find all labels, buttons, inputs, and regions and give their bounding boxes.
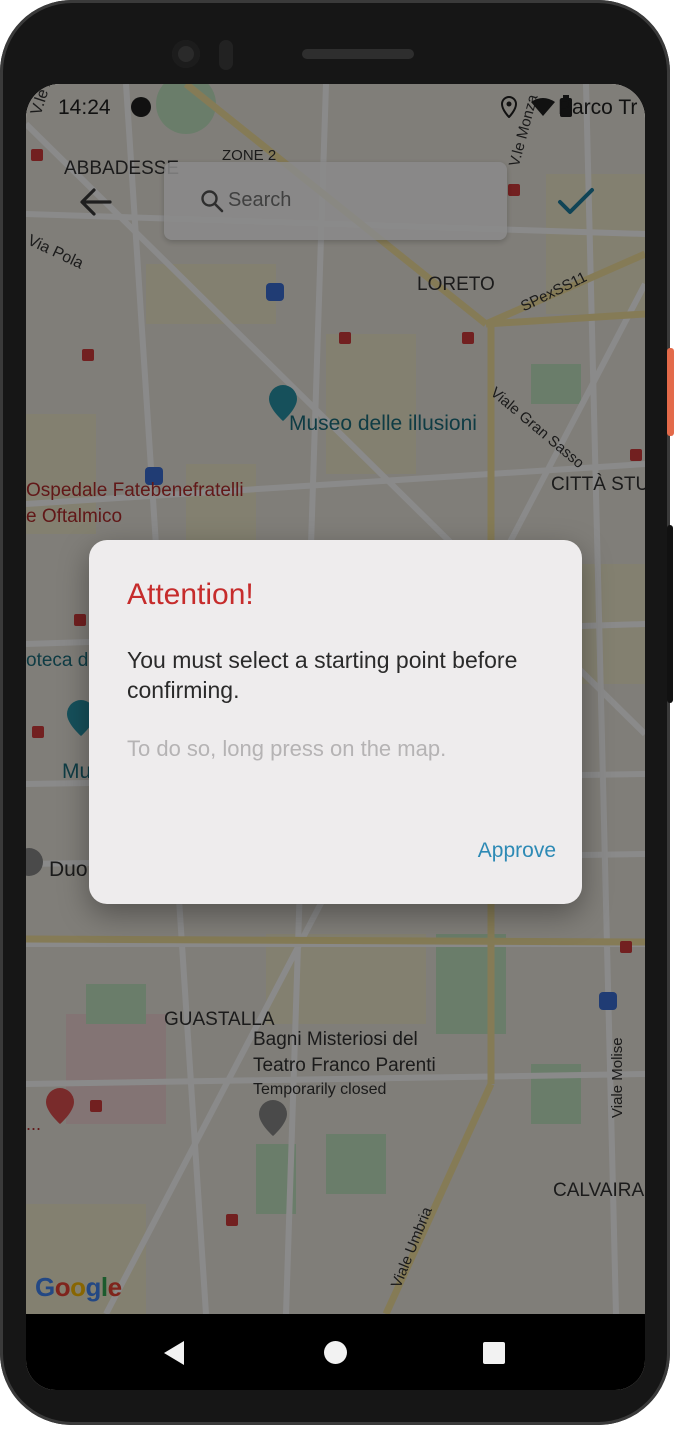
dialog-hint: To do so, long press on the map. xyxy=(127,736,447,761)
square-recents-icon[interactable] xyxy=(483,1342,505,1364)
earpiece xyxy=(302,49,414,59)
volume-button xyxy=(667,525,673,703)
alert-dialog: Attention! You must select a starting po… xyxy=(89,540,582,904)
status-bar: 14:24 Parco Tr xyxy=(26,84,645,130)
triangle-back-icon[interactable] xyxy=(162,1340,186,1366)
phone-frame: V.le Zara ABBADESSE ZONE 2 V.le Monza Vi… xyxy=(0,0,674,1425)
location-pin-icon xyxy=(500,96,518,118)
circle-home-icon[interactable] xyxy=(324,1341,347,1364)
notification-icon xyxy=(131,97,151,117)
navigation-bar xyxy=(26,1314,645,1390)
approve-button[interactable]: Approve xyxy=(478,839,556,863)
wifi-icon xyxy=(531,98,555,116)
sensor xyxy=(219,40,233,70)
status-time: 14:24 xyxy=(58,96,111,119)
dialog-message: You must select a starting point before … xyxy=(127,647,518,703)
front-camera xyxy=(172,40,200,68)
status-carrier: Parco Tr xyxy=(558,96,638,119)
screen: V.le Zara ABBADESSE ZONE 2 V.le Monza Vi… xyxy=(26,84,645,1390)
dialog-title: Attention! xyxy=(127,578,254,611)
power-button xyxy=(667,348,674,436)
